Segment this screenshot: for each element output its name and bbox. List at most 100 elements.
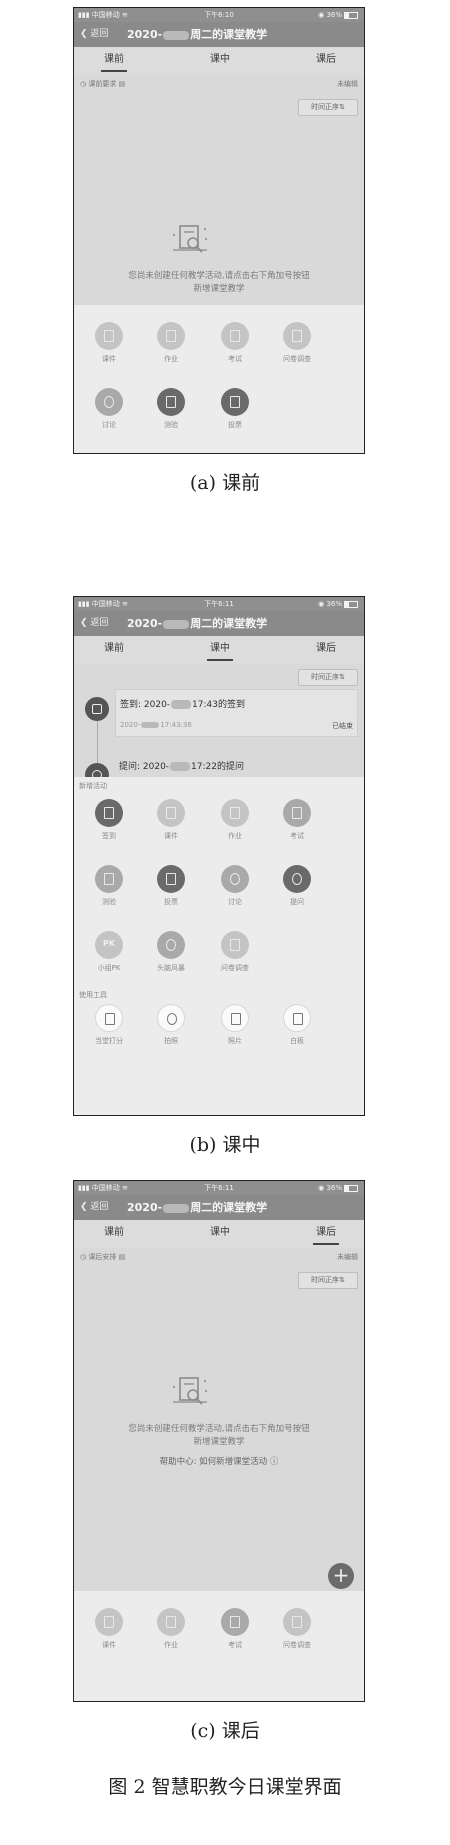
tool-score[interactable]: 当堂打分	[84, 1004, 134, 1046]
tab-bar: 课前 课中 课后	[74, 636, 364, 664]
tool-whiteboard[interactable]: 白板	[272, 1004, 322, 1046]
homework-icon	[221, 799, 249, 827]
redacted-date	[163, 619, 190, 629]
empty-state-message: 您尚未创建任何教学活动,请点击右下角加号按钮 新增课堂教学	[128, 1424, 310, 1447]
status-bar: ▮▮▮ 中国移动 ≋ 下午6:11 ◉ 36%	[74, 1181, 364, 1195]
figure-caption: 图 2 智慧职教今日课堂界面	[108, 1776, 342, 1798]
screen-after-class: ▮▮▮ 中国移动 ≋ 下午6:11 ◉ 36% ❮ 返回 2020- 周二的课堂教…	[73, 1180, 365, 1702]
activity-brainstorm[interactable]: 头脑风暴	[146, 931, 196, 973]
quiz-icon	[157, 388, 185, 416]
status-bar: ▮▮▮ 中国移动 ≋ 下午6:10 ◉ 36%	[74, 8, 364, 22]
edit-icon: ▤	[118, 1253, 126, 1261]
discussion-icon	[221, 865, 249, 893]
homework-icon	[157, 1608, 185, 1636]
activity-survey[interactable]: 问卷调查	[272, 1608, 322, 1650]
activity-exam[interactable]: 考试	[272, 799, 322, 841]
courseware-icon	[157, 799, 185, 827]
activity-exam[interactable]: 考试	[210, 1608, 260, 1650]
redacted-date	[170, 762, 191, 771]
page-title: 2020- 周二的课堂教学	[127, 1201, 268, 1214]
arrangement-row[interactable]: ◷ 课后安排 ▤ 未编辑	[74, 1248, 364, 1266]
section-tools: 使用工具	[79, 991, 107, 999]
caption-c: (c) 课后	[190, 1720, 260, 1742]
edit-status: 未编辑	[337, 1253, 358, 1261]
homework-icon	[157, 322, 185, 350]
status-bar: ▮▮▮ 中国移动 ≋ 下午6:11 ◉ 36%	[74, 597, 364, 611]
quiz-icon	[95, 865, 123, 893]
activity-group-pk[interactable]: PK 小组PK	[84, 931, 134, 973]
activity-courseware[interactable]: 课件	[84, 322, 134, 364]
activity-homework[interactable]: 作业	[146, 1608, 196, 1650]
activity-courseware[interactable]: 课件	[84, 1608, 134, 1650]
courseware-icon	[95, 1608, 123, 1636]
battery-status: ◉ 36%	[318, 1181, 358, 1195]
tab-after-class[interactable]: 课后	[296, 636, 356, 664]
nav-bar: ❮ 返回 2020- 周二的课堂教学	[74, 22, 364, 47]
battery-icon	[344, 600, 358, 608]
active-tab-indicator	[207, 659, 233, 661]
nav-bar: ❮ 返回 2020- 周二的课堂教学	[74, 611, 364, 636]
activity-courseware[interactable]: 课件	[146, 799, 196, 841]
sort-button[interactable]: 时间正序⇅	[298, 99, 358, 116]
activity-survey[interactable]: 问卷调查	[210, 931, 260, 973]
tab-before-class[interactable]: 课前	[84, 1220, 144, 1248]
checkin-icon	[85, 697, 109, 721]
activity-discussion[interactable]: 讨论	[84, 388, 134, 430]
redacted-date	[163, 1203, 190, 1213]
vote-icon	[157, 865, 185, 893]
tab-in-class[interactable]: 课中	[190, 47, 250, 75]
activity-checkin[interactable]: 签到	[84, 799, 134, 841]
add-button[interactable]: +	[328, 1563, 354, 1589]
activity-exam[interactable]: 考试	[210, 322, 260, 364]
camera-icon	[157, 1004, 185, 1032]
tool-camera[interactable]: 拍照	[146, 1004, 196, 1046]
chevron-left-icon: ❮	[80, 29, 91, 39]
activity-homework[interactable]: 作业	[146, 322, 196, 364]
tab-after-class[interactable]: 课后	[296, 1220, 356, 1248]
back-button[interactable]: ❮ 返回	[80, 1195, 108, 1220]
whiteboard-icon	[283, 1004, 311, 1032]
requirements-row[interactable]: ◷ 课前要求 ▤ 未编辑	[74, 75, 364, 93]
discussion-icon	[95, 388, 123, 416]
score-icon	[95, 1004, 123, 1032]
battery-icon	[344, 1184, 358, 1192]
tab-in-class[interactable]: 课中	[190, 1220, 250, 1248]
back-button[interactable]: ❮ 返回	[80, 22, 108, 47]
help-center-link[interactable]: 帮助中心: 如何新增课堂活动 ⓘ	[74, 1456, 364, 1469]
redacted-date	[141, 722, 160, 728]
back-button[interactable]: ❮ 返回	[80, 611, 108, 636]
activity-vote[interactable]: 投票	[210, 388, 260, 430]
state-badge: 已结束	[332, 722, 353, 730]
exam-icon	[283, 799, 311, 827]
redacted-date	[171, 700, 192, 709]
tab-before-class[interactable]: 课前	[84, 636, 144, 664]
tab-bar: 课前 课中 课后	[74, 47, 364, 75]
activity-discussion[interactable]: 讨论	[210, 865, 260, 907]
activity-quiz[interactable]: 测验	[84, 865, 134, 907]
activity-homework[interactable]: 作业	[210, 799, 260, 841]
timeline-card-checkin[interactable]: 签到: 2020- 17:43的签到 2020- 17:43:36 已结束	[115, 689, 358, 737]
checkin-icon	[95, 799, 123, 827]
sort-button[interactable]: 时间正序⇅	[298, 669, 358, 686]
add-activity-sheet: 课件 作业 考试 问卷调查	[74, 1591, 364, 1701]
empty-state-icon	[173, 225, 207, 253]
activity-vote[interactable]: 投票	[146, 865, 196, 907]
tab-in-class[interactable]: 课中	[190, 636, 250, 664]
screen-in-class: ▮▮▮ 中国移动 ≋ 下午6:11 ◉ 36% ❮ 返回 2020- 周二的课堂教…	[73, 596, 365, 1116]
survey-icon	[283, 1608, 311, 1636]
activity-question[interactable]: 提问	[272, 865, 322, 907]
active-tab-indicator	[313, 1243, 339, 1245]
vote-icon	[221, 388, 249, 416]
section-new-activity: 新增活动	[79, 782, 107, 790]
tab-after-class[interactable]: 课后	[296, 47, 356, 75]
timeline-card-question[interactable]: 提问: 2020- 17:22的提问	[119, 759, 244, 772]
chevron-left-icon: ❮	[80, 1202, 91, 1212]
sort-button[interactable]: 时间正序⇅	[298, 1272, 358, 1289]
tab-before-class[interactable]: 课前	[84, 47, 144, 75]
activity-quiz[interactable]: 测验	[146, 388, 196, 430]
empty-state-icon	[173, 1377, 207, 1405]
activity-survey[interactable]: 问卷调查	[272, 322, 322, 364]
group-pk-icon: PK	[95, 931, 123, 959]
survey-icon	[221, 931, 249, 959]
tool-photo[interactable]: 照片	[210, 1004, 260, 1046]
